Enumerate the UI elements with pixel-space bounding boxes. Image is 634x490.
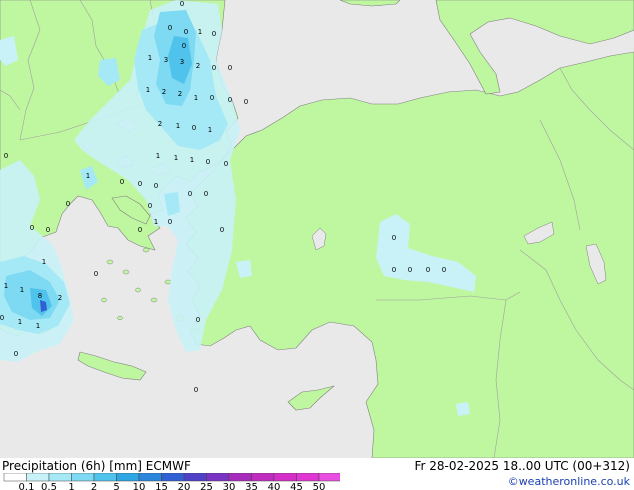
legend-tick-label: 40 [268, 482, 281, 490]
precip-value-label: 1 [154, 218, 158, 226]
legend-swatch [183, 473, 207, 482]
precip-value-label: 0 [182, 42, 186, 50]
precip-value-label: 0 [168, 24, 172, 32]
legend-tick-label: 45 [290, 482, 303, 490]
precip-value-label: 0 [228, 96, 232, 104]
precip-value-label: 3 [180, 58, 184, 66]
legend-swatch [161, 473, 185, 482]
legend-swatch [273, 473, 297, 482]
precip-value-label: 1 [86, 172, 90, 180]
legend-swatch [48, 473, 72, 482]
legend-swatch [206, 473, 230, 482]
precip-value-label: 1 [190, 156, 194, 164]
map-title: Precipitation (6h) [mm] ECMWF [2, 459, 191, 473]
legend-tick-label: 15 [155, 482, 168, 490]
precip-value-label: 0 [94, 270, 98, 278]
precip-value-label: 0 [66, 200, 70, 208]
precip-value-label: 0 [0, 314, 4, 322]
legend-tick-label: 50 [313, 482, 326, 490]
precip-value-label: 0 [224, 160, 228, 168]
precip-value-label: 0 [206, 158, 210, 166]
precip-value-label: 0 [30, 224, 34, 232]
legend-tick-label: 20 [178, 482, 191, 490]
legend-tick-label: 35 [245, 482, 258, 490]
precip-value-label: 0 [180, 0, 184, 8]
precip-value-label: 1 [20, 286, 24, 294]
precip-value-label: 3 [164, 56, 168, 64]
precip-value-label: 1 [146, 86, 150, 94]
precip-value-label: 0 [244, 98, 248, 106]
legend-swatch [318, 473, 340, 482]
legend-tick-label: 1 [68, 482, 74, 490]
precip-value-label: 1 [36, 322, 40, 330]
precip-value-label: 1 [42, 258, 46, 266]
precip-value-label: 0 [210, 94, 214, 102]
legend-tick-label: 5 [113, 482, 119, 490]
legend-tick-label: 0.1 [19, 482, 35, 490]
precip-value-label: 2 [178, 90, 182, 98]
precip-value-label: 0 [212, 30, 216, 38]
precip-value-label: 2 [58, 294, 62, 302]
precip-value-label: 2 [162, 88, 166, 96]
precip-value-label: 0 [192, 124, 196, 132]
precip-value-label: 0 [392, 266, 396, 274]
precip-value-label: 1 [18, 318, 22, 326]
precip-value-label: 0 [408, 266, 412, 274]
legend-tick-label: 30 [223, 482, 236, 490]
precip-value-label: 1 [194, 94, 198, 102]
precip-value-label: 0 [148, 202, 152, 210]
legend-swatch [93, 473, 117, 482]
precip-value-label: 0 [46, 226, 50, 234]
precip-value-label: 8 [38, 292, 42, 300]
precip-value-label: 1 [174, 154, 178, 162]
legend-tick-label: 0.5 [41, 482, 57, 490]
legend-tick-label: 10 [133, 482, 146, 490]
precip-value-label: 0 [138, 226, 142, 234]
legend-swatch [251, 473, 275, 482]
precip-value-label: 1 [176, 122, 180, 130]
precip-value-label: 0 [120, 178, 124, 186]
precip-value-label: 0 [188, 190, 192, 198]
legend-tick-label: 25 [200, 482, 213, 490]
precip-value-label: 0 [194, 386, 198, 394]
precip-patch-bottom [456, 402, 470, 416]
precip-value-label: 0 [392, 234, 396, 242]
legend-swatch [116, 473, 140, 482]
precip-value-label: 0 [138, 180, 142, 188]
precip-value-label: 0 [14, 350, 18, 358]
legend-swatch [296, 473, 320, 482]
legend-swatch [26, 473, 50, 482]
precip-value-label: 0 [220, 226, 224, 234]
legend-swatch [3, 473, 27, 482]
precip-value-label: 0 [204, 190, 208, 198]
legend-swatch [138, 473, 162, 482]
precip-value-label: 0 [212, 64, 216, 72]
precipitation-map: 00 0 1 001 3 3 2 0 01 2 2 1 0 0 02 1 0 11 1 1 0 0010 0 0000 01 00… [0, 0, 634, 458]
precip-value-label: 1 [198, 28, 202, 36]
precip-value-label: 0 [184, 28, 188, 36]
precip-value-label: 2 [158, 120, 162, 128]
precip-value-label: 0 [442, 266, 446, 274]
legend-swatch [71, 473, 95, 482]
precip-value-label: 0 [154, 182, 158, 190]
precip-value-label: 0 [168, 218, 172, 226]
precip-value-label: 1 [156, 152, 160, 160]
color-legend: 0.1 0.5 1 2 5 10 15 20 25 30 35 40 45 50 [3, 473, 340, 490]
legend-tick-label: 2 [91, 482, 97, 490]
valid-time: Fr 28-02-2025 18..00 UTC (00+312) [414, 459, 630, 473]
credit-link[interactable]: ©weatheronline.co.uk [508, 475, 630, 488]
precip-value-label: 1 [208, 126, 212, 134]
precip-value-label: 1 [148, 54, 152, 62]
precip-value-label: 0 [426, 266, 430, 274]
precip-value-label: 1 [4, 282, 8, 290]
precip-value-label: 0 [228, 64, 232, 72]
precip-value-label: 0 [4, 152, 8, 160]
precip-value-label: 0 [196, 316, 200, 324]
legend-swatch [228, 473, 252, 482]
footer-bar: Precipitation (6h) [mm] ECMWF Fr 28-02-2… [0, 458, 634, 490]
precip-value-label: 2 [196, 62, 200, 70]
